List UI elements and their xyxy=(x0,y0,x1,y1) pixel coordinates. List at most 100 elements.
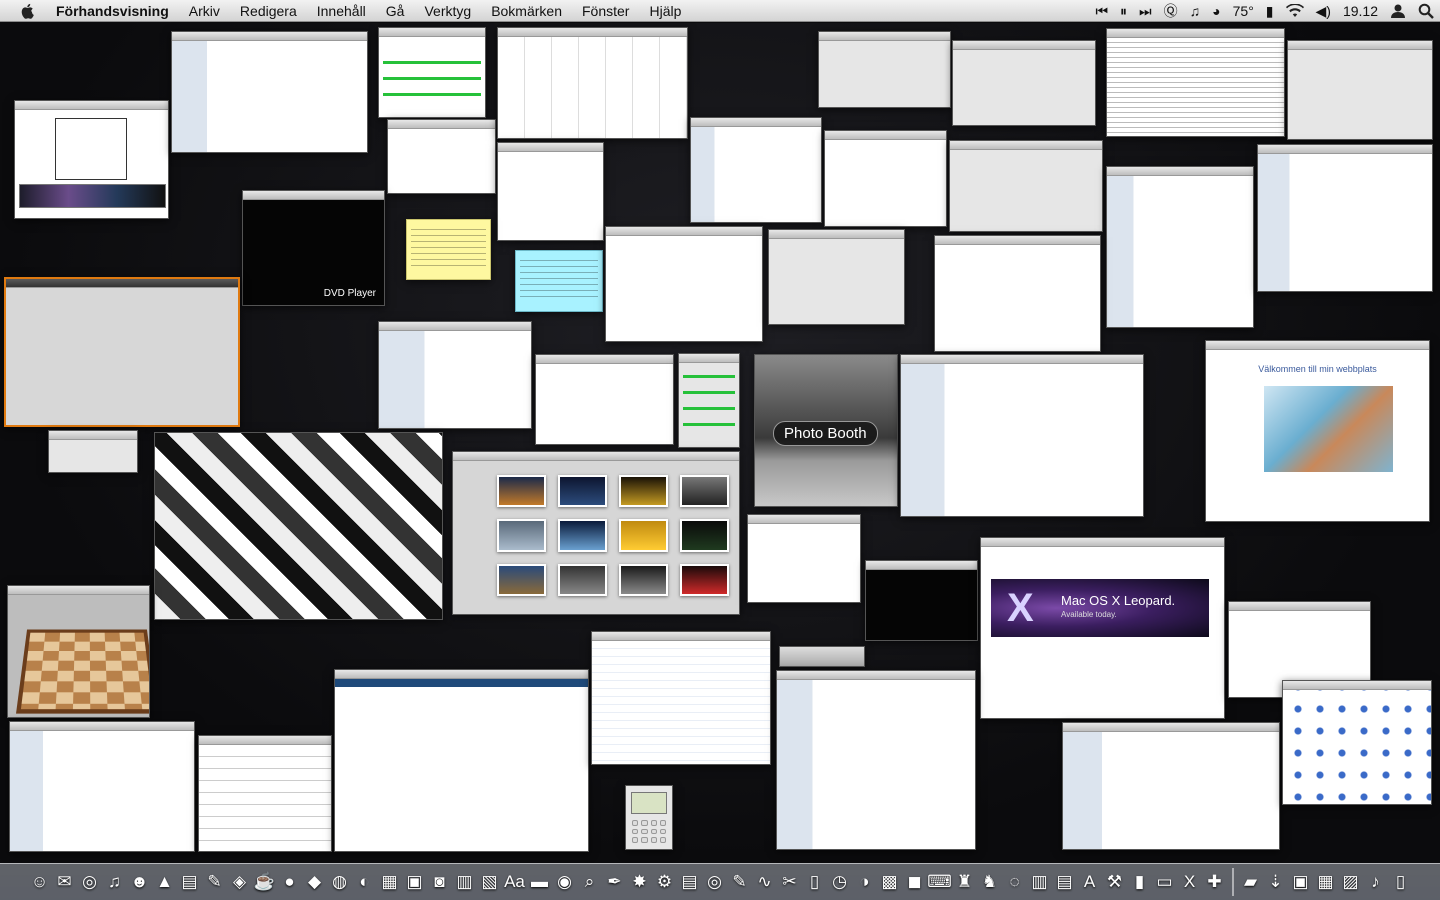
battery-icon[interactable]: ▮ xyxy=(1260,0,1280,22)
menu-hjalp[interactable]: Hjälp xyxy=(639,0,691,22)
window-finder-list[interactable] xyxy=(171,31,368,153)
window-columns[interactable] xyxy=(934,235,1101,352)
window-dialog[interactable] xyxy=(818,31,951,108)
docs-icon[interactable]: ▦ xyxy=(1314,868,1338,896)
ruler-icon[interactable]: ▯ xyxy=(803,868,827,896)
terminal-icon[interactable]: ▮ xyxy=(1128,868,1152,896)
window-notifications[interactable] xyxy=(747,514,861,603)
window-webpage-welcome[interactable]: Välkommen till min webbplats xyxy=(1205,340,1430,522)
activity-icon[interactable]: ∿ xyxy=(753,868,777,896)
window-contest[interactable] xyxy=(14,100,169,219)
window-calculator[interactable] xyxy=(625,785,673,850)
window-ichat[interactable] xyxy=(378,321,532,429)
quicksilver-icon[interactable]: Ⓠ xyxy=(1158,0,1184,22)
system-prefs-icon[interactable]: ⚙ xyxy=(653,868,677,896)
search-icon[interactable]: ⌕ xyxy=(578,868,602,896)
trash-icon[interactable]: ▯ xyxy=(1389,868,1413,896)
menu-app-name[interactable]: Förhandsvisning xyxy=(56,0,179,22)
window-save-dialog[interactable] xyxy=(1287,40,1433,140)
menu-verktyg[interactable]: Verktyg xyxy=(414,0,481,22)
utility-icon[interactable]: ✎ xyxy=(203,868,227,896)
window-dvd-player[interactable]: DVD Player xyxy=(242,190,385,306)
window-calendar[interactable] xyxy=(497,27,688,139)
downloads-icon[interactable]: ⇣ xyxy=(1264,868,1288,896)
music-note-icon[interactable]: ♫ xyxy=(1184,0,1207,22)
rewind-icon[interactable]: ⏮ xyxy=(1089,0,1114,22)
pause-icon[interactable]: ⏸ xyxy=(1114,0,1133,22)
grab-icon[interactable]: ✚ xyxy=(1203,868,1227,896)
chess-icon[interactable]: ♜ xyxy=(953,868,977,896)
apple-icon[interactable] xyxy=(0,3,56,19)
itunes-icon[interactable]: ♫ xyxy=(103,868,127,896)
window-coda[interactable] xyxy=(776,670,976,850)
globe-icon[interactable]: ◍ xyxy=(328,868,352,896)
clock[interactable]: 19.12 xyxy=(1337,0,1384,22)
network-icon[interactable]: ◌ xyxy=(1003,868,1027,896)
menu-ga[interactable]: Gå xyxy=(376,0,415,22)
stickies-icon[interactable]: ▧ xyxy=(478,868,502,896)
tools-icon[interactable]: ✂ xyxy=(778,868,802,896)
book-icon[interactable]: ▬ xyxy=(528,868,552,896)
pictures-icon[interactable]: ▨ xyxy=(1339,868,1363,896)
window-letter[interactable] xyxy=(824,130,947,227)
temperature-readout[interactable]: 75° xyxy=(1227,0,1260,22)
folder-icon[interactable]: ▰ xyxy=(1239,868,1263,896)
window-disk-utility[interactable] xyxy=(678,353,740,448)
calculator-icon[interactable]: ▥ xyxy=(453,868,477,896)
window-itunes-mini[interactable] xyxy=(779,646,865,667)
weather-icon[interactable]: ◕ xyxy=(1206,0,1226,22)
window-music-list[interactable] xyxy=(1062,722,1280,850)
window-text-document[interactable] xyxy=(1106,28,1285,137)
sticky-note-yellow[interactable] xyxy=(406,219,491,280)
console-icon[interactable]: ▭ xyxy=(1153,868,1177,896)
address-book-icon[interactable]: ▤ xyxy=(178,868,202,896)
window-photo-booth[interactable]: Photo Booth xyxy=(754,354,898,507)
window-preview-blank[interactable] xyxy=(605,226,763,342)
window-finder-2[interactable] xyxy=(1257,144,1433,292)
window-about-finder[interactable] xyxy=(768,229,905,325)
music-icon[interactable]: ♪ xyxy=(1364,868,1388,896)
window-app-list[interactable] xyxy=(1106,166,1254,328)
star-icon[interactable]: ✸ xyxy=(628,868,652,896)
cube-icon[interactable]: ▩ xyxy=(878,868,902,896)
printer-icon[interactable]: ▤ xyxy=(1053,868,1077,896)
ichat-icon[interactable]: ☻ xyxy=(128,868,152,896)
coffee-icon[interactable]: ☕ xyxy=(253,868,277,896)
window-chess[interactable] xyxy=(7,585,150,718)
window-font-book[interactable] xyxy=(535,354,674,445)
xcode-icon[interactable]: ⚒ xyxy=(1103,868,1127,896)
dictionary-icon[interactable]: Aa xyxy=(503,868,527,896)
dvd-icon[interactable]: ◎ xyxy=(703,868,727,896)
preview-icon[interactable]: ◈ xyxy=(228,868,252,896)
clock-icon[interactable]: ◷ xyxy=(828,868,852,896)
menu-innehall[interactable]: Innehåll xyxy=(307,0,376,22)
menu-arkiv[interactable]: Arkiv xyxy=(179,0,230,22)
user-icon[interactable] xyxy=(1384,3,1412,19)
pen-icon[interactable]: ✒ xyxy=(603,868,627,896)
ical-icon[interactable]: ▦ xyxy=(378,868,402,896)
quicktime-icon[interactable]: ◉ xyxy=(553,868,577,896)
window-mail[interactable] xyxy=(900,354,1144,517)
keyboard-icon[interactable]: ⌨ xyxy=(927,868,952,896)
window-textedit[interactable] xyxy=(497,142,604,241)
window-activity-monitor[interactable] xyxy=(591,631,771,765)
menu-bokmarken[interactable]: Bokmärken xyxy=(481,0,572,22)
window-leopard[interactable]: X Mac OS X Leopard. Available today. xyxy=(980,537,1225,719)
mail-icon[interactable]: ✉ xyxy=(53,868,77,896)
window-iphoto[interactable] xyxy=(452,451,740,615)
window-file-browser[interactable] xyxy=(690,117,822,223)
script-icon[interactable]: ✎ xyxy=(728,868,752,896)
window-digg[interactable] xyxy=(334,669,589,852)
menu-redigera[interactable]: Redigera xyxy=(230,0,307,22)
window-downloads[interactable] xyxy=(378,27,486,118)
orb-icon[interactable]: ● xyxy=(278,868,302,896)
duck-icon[interactable]: ◆ xyxy=(303,868,327,896)
window-garageband[interactable] xyxy=(4,277,240,427)
finder-icon[interactable]: ☺ xyxy=(28,868,52,896)
disk-icon[interactable]: ◼ xyxy=(903,868,927,896)
sticky-note-blue[interactable] xyxy=(515,250,603,312)
camera-icon[interactable]: ◙ xyxy=(428,868,452,896)
wifi-icon[interactable] xyxy=(1280,3,1310,18)
window-blank-document[interactable] xyxy=(387,119,496,194)
database-icon[interactable]: ▥ xyxy=(1028,868,1052,896)
